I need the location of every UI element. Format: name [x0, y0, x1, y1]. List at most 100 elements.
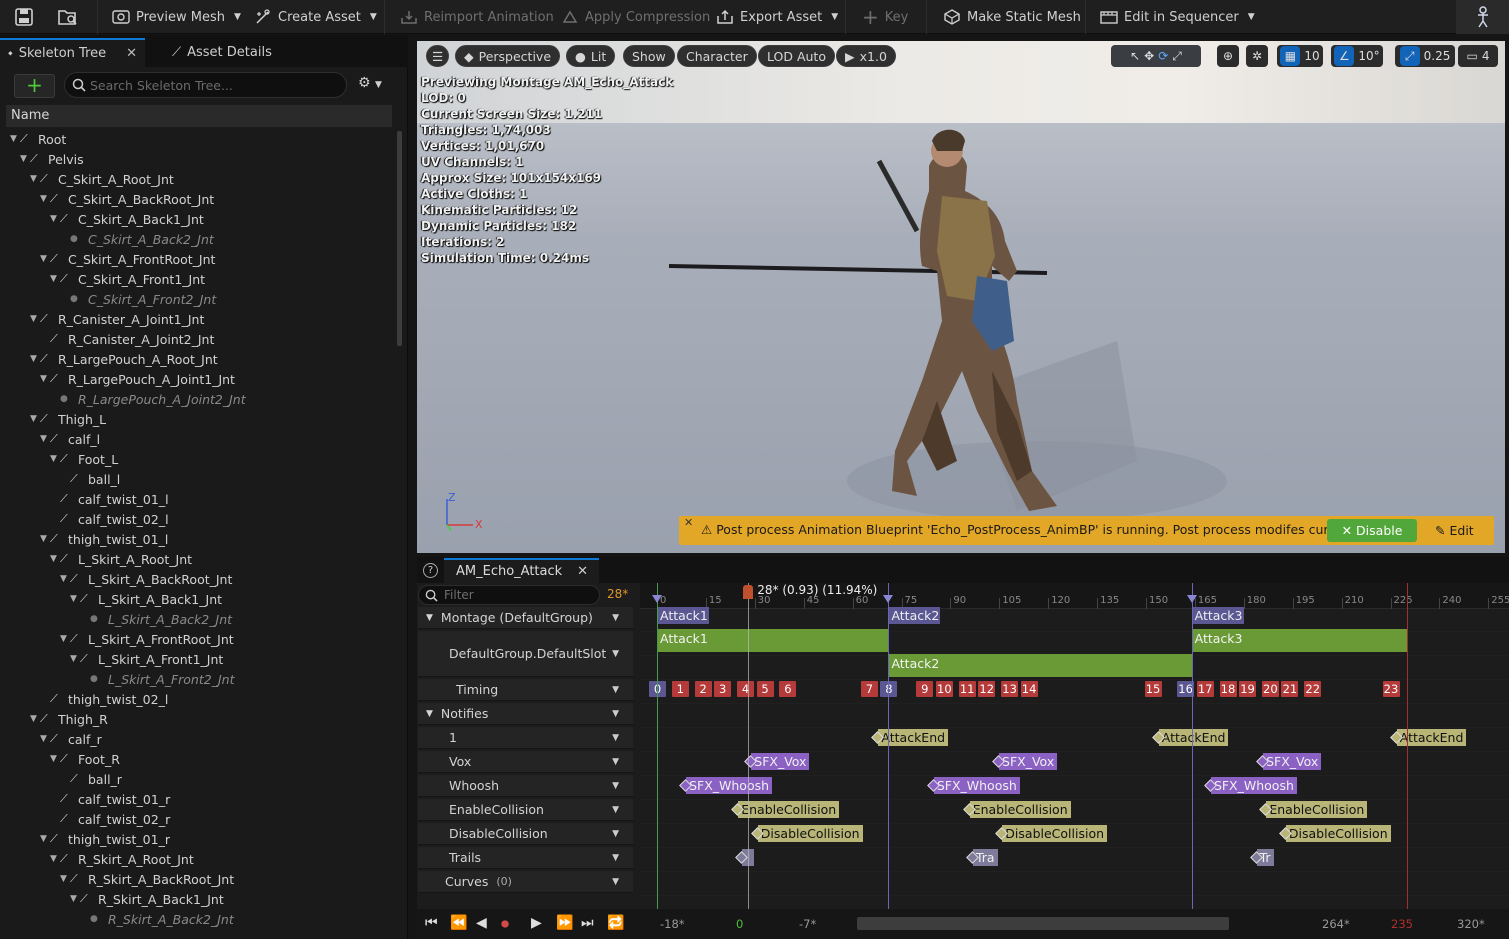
track-montage-group[interactable]: ▼ Montage (DefaultGroup) ▼ [418, 607, 633, 629]
surface-snap-icon[interactable]: ✲ [1246, 45, 1268, 67]
bone-row[interactable]: ▼ ⟋ R_Canister_A_Joint1_Jnt [6, 309, 392, 329]
expand-arrow-icon[interactable]: ▼ [40, 374, 50, 384]
scale-icon[interactable]: ⤢ [1172, 49, 1182, 64]
view-end-label[interactable]: 264* [1322, 917, 1350, 931]
dismiss-warning-icon[interactable]: ✕ [684, 516, 693, 529]
notify-event[interactable]: SFX_Whoosh [1210, 777, 1297, 794]
track-disable-collision[interactable]: DisableCollision ▼ [418, 823, 633, 845]
notify-event[interactable]: EnableCollision [1266, 801, 1368, 818]
step-back-icon[interactable]: ⏪ [450, 915, 467, 931]
timeline-scrollbar[interactable] [857, 917, 1229, 930]
expand-arrow-icon[interactable]: ▼ [50, 854, 60, 864]
bone-row[interactable]: ▼ ⟋ L_Skirt_A_BackRoot_Jnt [6, 569, 392, 589]
track-curves[interactable]: Curves (0) ▼ [418, 871, 633, 893]
bone-row[interactable]: ▼ ⟋ L_Skirt_A_Root_Jnt [6, 549, 392, 569]
expand-arrow-icon[interactable]: ▼ [70, 654, 80, 664]
expand-arrow-icon[interactable]: ▼ [60, 634, 70, 644]
play-reverse-icon[interactable]: ◀ [476, 915, 487, 931]
rotate-icon[interactable]: ⟳ [1158, 49, 1168, 63]
play-icon[interactable]: ▶ [531, 915, 542, 931]
track-whoosh[interactable]: Whoosh ▼ [418, 775, 633, 797]
expand-arrow-icon[interactable]: ▼ [50, 274, 60, 284]
add-button[interactable]: + [14, 74, 55, 98]
dropdown-icon[interactable]: ▼ [612, 709, 619, 719]
expand-arrow-icon[interactable]: ▼ [30, 714, 40, 724]
tab-skeleton-tree[interactable]: ⬩ Skeleton Tree ✕ [0, 38, 146, 67]
transform-tools[interactable]: ↖ ✥ ⟳ ⤢ [1111, 45, 1201, 67]
viewport-menu-button[interactable]: ☰ [426, 45, 450, 67]
notify-event[interactable]: DisableCollision [757, 825, 863, 842]
expand-arrow-icon[interactable]: ▼ [40, 254, 50, 264]
bone-row[interactable]: ● L_Skirt_A_Back2_Jnt [6, 609, 392, 629]
preview-viewport[interactable]: ☰ ◆ Perspective ● Lit Show Character LOD A… [417, 41, 1505, 553]
section-marker[interactable]: Attack3 [1191, 607, 1244, 624]
bone-row[interactable]: ▼ ⟋ L_Skirt_A_Back1_Jnt [6, 589, 392, 609]
timing-marker[interactable]: 10 [935, 681, 953, 697]
edit-post-process-button[interactable]: ✎ Edit [1435, 519, 1474, 542]
notify-event[interactable]: SFX_Vox [999, 753, 1058, 770]
expand-arrow-icon[interactable]: ▼ [40, 434, 50, 444]
bone-row[interactable]: ▼ ⟋ R_Skirt_A_BackRoot_Jnt [6, 869, 392, 889]
playhead-handle[interactable] [743, 585, 754, 599]
expand-arrow-icon[interactable]: ▼ [50, 214, 60, 224]
section-triangle-icon[interactable] [883, 595, 894, 603]
section-marker[interactable]: Attack1 [657, 607, 709, 624]
bone-row[interactable]: ⟋ thigh_twist_02_l [6, 689, 392, 709]
bone-row[interactable]: ▼ ⟋ C_Skirt_A_FrontRoot_Jnt [6, 249, 392, 269]
expand-arrow-icon[interactable]: ▼ [60, 874, 70, 884]
expand-arrow-icon[interactable]: ▼ [30, 314, 40, 324]
browse-folder-icon[interactable] [57, 0, 79, 34]
timing-marker[interactable]: 13 [1001, 681, 1019, 697]
expand-arrow-icon[interactable]: ▼ [50, 754, 60, 764]
record-icon[interactable]: ⏺ [501, 914, 509, 934]
notify-event[interactable]: Tr [1256, 849, 1274, 866]
scale-snap-button[interactable]: ⤢ 0.25 [1395, 45, 1455, 67]
timing-marker[interactable]: 17 [1196, 681, 1214, 697]
track-default-slot[interactable]: DefaultGroup.DefaultSlot ▼ [418, 631, 633, 677]
expand-arrow-icon[interactable]: ▼ [30, 354, 40, 364]
perspective-button[interactable]: ◆ Perspective [455, 45, 561, 67]
notify-event[interactable]: EnableCollision [969, 801, 1071, 818]
notify-event[interactable]: AttackEnd [1158, 729, 1229, 746]
tab-asset-details[interactable]: ⟋ Asset Details [164, 38, 280, 67]
timing-marker[interactable]: 11 [958, 681, 976, 697]
range-end-label[interactable]: 320* [1457, 917, 1485, 931]
close-icon[interactable]: ✕ [126, 46, 137, 61]
bone-row[interactable]: ▼ ⟋ C_Skirt_A_Root_Jnt [6, 169, 392, 189]
timing-marker[interactable]: 21 [1281, 681, 1299, 697]
go-to-end-icon[interactable]: ⏭ [581, 915, 594, 931]
skeleton-icon[interactable] [1456, 0, 1509, 34]
bone-row[interactable]: ▼ ⟋ C_Skirt_A_Front1_Jnt [6, 269, 392, 289]
save-icon[interactable] [14, 0, 34, 34]
bone-row[interactable]: ▼ ⟋ calf_r [6, 729, 392, 749]
bone-row[interactable]: ▼ ⟋ C_Skirt_A_Back1_Jnt [6, 209, 392, 229]
key-button[interactable]: + Key [862, 0, 908, 34]
bone-row[interactable]: ⟋ calf_twist_02_r [6, 809, 392, 829]
bone-row[interactable]: ▼ ⟋ Foot_R [6, 749, 392, 769]
expand-arrow-icon[interactable]: ▼ [30, 174, 40, 184]
slot-segment[interactable]: Attack3 [1191, 629, 1407, 652]
apply-compression-button[interactable]: Apply Compression [561, 0, 710, 34]
dropdown-icon[interactable]: ▼ [612, 649, 619, 659]
timing-marker[interactable]: 18 [1219, 681, 1237, 697]
timing-marker[interactable]: 22 [1304, 681, 1322, 697]
bone-row[interactable]: ▼ ⟋ C_Skirt_A_BackRoot_Jnt [6, 189, 392, 209]
bone-row[interactable]: ⟋ calf_twist_01_l [6, 489, 392, 509]
dropdown-icon[interactable]: ▼ [612, 613, 619, 623]
disable-post-process-button[interactable]: ✕ Disable [1327, 519, 1417, 542]
filter-input[interactable] [444, 587, 594, 603]
notify-event[interactable]: SFX_Whoosh [686, 777, 773, 794]
expand-arrow-icon[interactable]: ▼ [60, 574, 70, 584]
loop-icon[interactable]: 🔁 [607, 915, 624, 931]
help-icon[interactable]: ? [423, 563, 438, 578]
export-asset-button[interactable]: Export Asset ▼ [716, 0, 838, 34]
expand-arrow-icon[interactable]: ▼ [40, 194, 50, 204]
timing-marker[interactable]: 5 [756, 681, 774, 697]
dropdown-icon[interactable]: ▼ [612, 733, 619, 743]
tree-scrollbar[interactable] [397, 131, 402, 346]
playhead-line[interactable] [748, 583, 750, 909]
bone-row[interactable]: ▼ ⟋ thigh_twist_01_l [6, 529, 392, 549]
camera-speed-button[interactable]: ▭ 4 [1458, 45, 1498, 67]
notify-event[interactable]: SFX_Whoosh [933, 777, 1020, 794]
expand-arrow-icon[interactable]: ▼ [50, 554, 60, 564]
